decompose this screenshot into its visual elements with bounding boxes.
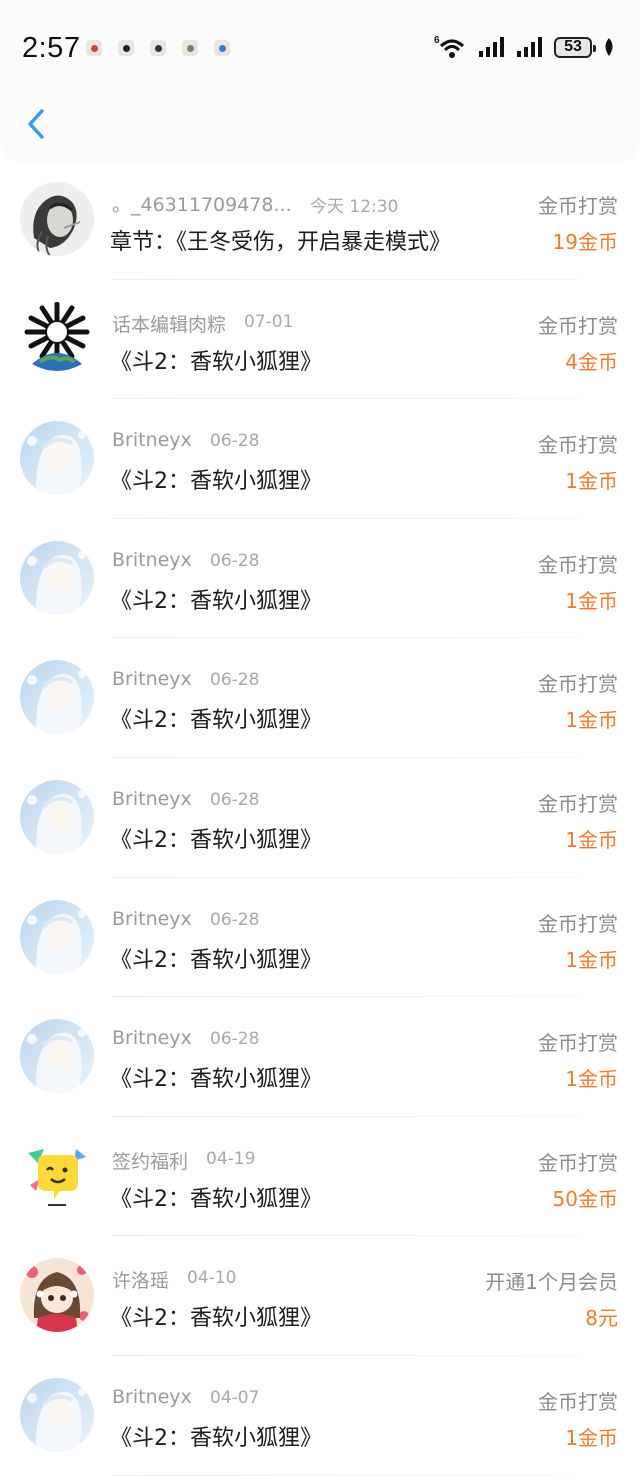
reward-record-row[interactable]: Britneyx 06-28 《斗2：香软小狐狸》 金币打赏 1金币 <box>0 638 640 758</box>
record-date: 04-10 <box>187 1268 237 1289</box>
reward-type: 金币打赏 <box>538 194 618 218</box>
reward-record-row[interactable]: 话本编辑肉粽 07-01 《斗2：香软小狐狸》 金币打赏 4金币 <box>0 280 640 400</box>
signal-icon <box>517 37 542 57</box>
battery-indicator: 53 <box>554 36 596 58</box>
reward-type: 金币打赏 <box>538 313 618 338</box>
back-button[interactable] <box>20 104 52 144</box>
reward-amount: 50金币 <box>552 1186 618 1211</box>
reward-type: 金币打赏 <box>538 1150 618 1175</box>
book-title: 《斗2：香软小狐狸》 <box>110 1306 322 1332</box>
book-title: 《斗2：香软小狐狸》 <box>110 1067 322 1093</box>
user-name: Britneyx <box>112 787 192 810</box>
book-title: 《斗2：香软小狐狸》 <box>110 1186 322 1212</box>
status-time: 2:57 <box>22 32 81 64</box>
wifi-icon: 6 <box>434 35 465 58</box>
record-date: 06-28 <box>210 909 260 930</box>
user-name: Britneyx <box>112 429 192 452</box>
reward-type: 金币打赏 <box>538 1389 618 1414</box>
record-date: 06-28 <box>210 789 260 810</box>
book-title: 《斗2：香软小狐狸》 <box>110 708 322 734</box>
app-notification-icon <box>86 40 102 56</box>
reward-record-row[interactable]: 签约福利 04-19 《斗2：香软小狐狸》 金币打赏 50金币 <box>0 1117 640 1237</box>
network-type-label: 6 <box>434 35 440 46</box>
avatar[interactable] <box>20 421 94 496</box>
book-title: 《斗2：香软小狐狸》 <box>110 469 322 495</box>
reward-amount: 1金币 <box>565 588 618 613</box>
book-title: 《斗2：香软小狐狸》 <box>110 1425 322 1451</box>
reward-amount: 19金币 <box>552 230 618 254</box>
reward-amount: 1金币 <box>565 947 618 972</box>
reward-amount: 8元 <box>585 1306 618 1331</box>
user-name: Britneyx <box>112 907 192 930</box>
row-divider <box>112 1474 580 1476</box>
reward-amount: 4金币 <box>565 349 618 374</box>
record-date: 04-07 <box>210 1387 260 1408</box>
reward-type: 开通1个月会员 <box>485 1270 618 1295</box>
avatar[interactable] <box>20 1019 94 1094</box>
reward-record-row[interactable]: 许洛瑶 04-10 《斗2：香软小狐狸》 开通1个月会员 8元 <box>0 1236 640 1356</box>
leaf-icon <box>605 38 613 56</box>
app-notification-icon <box>214 40 230 56</box>
user-name: 许洛瑶 <box>112 1270 170 1293</box>
avatar[interactable] <box>20 1377 94 1452</box>
book-title: 《斗2：香软小狐狸》 <box>110 827 322 853</box>
signal-icon <box>479 37 504 57</box>
reward-type: 金币打赏 <box>538 911 618 936</box>
record-date: 06-28 <box>210 670 260 691</box>
avatar[interactable] <box>20 899 94 974</box>
avatar[interactable] <box>20 301 94 376</box>
reward-record-row[interactable]: 。_46311709478... 今天 12:30 章节：《王冬受伤，开启暴走模式》… <box>0 160 640 280</box>
user-name: 签约福利 <box>112 1150 189 1173</box>
book-title: 章节：《王冬受伤，开启暴走模式》 <box>110 230 452 255</box>
reward-amount: 1金币 <box>565 1425 618 1450</box>
book-title: 《斗2：香软小狐狸》 <box>110 947 322 973</box>
app-notification-icon <box>182 40 198 56</box>
reward-record-row[interactable]: Britneyx 06-28 《斗2：香软小狐狸》 金币打赏 1金币 <box>0 878 640 998</box>
avatar[interactable] <box>20 182 94 256</box>
user-name: 。_46311709478... <box>112 194 292 216</box>
reward-amount: 1金币 <box>565 708 618 733</box>
record-date: 07-01 <box>244 311 294 332</box>
reward-type: 金币打赏 <box>538 672 618 697</box>
reward-record-row[interactable]: Britneyx 06-28 《斗2：香软小狐狸》 金币打赏 1金币 <box>0 758 640 878</box>
user-name: Britneyx <box>112 668 192 691</box>
avatar[interactable] <box>20 660 94 735</box>
record-date: 04-19 <box>206 1148 256 1169</box>
reward-type: 金币打赏 <box>538 791 618 816</box>
user-name: Britneyx <box>112 1385 192 1408</box>
status-bar: 2:57 6 53 <box>0 0 640 96</box>
reward-record-row[interactable]: Britneyx 04-07 《斗2：香软小狐狸》 金币打赏 1金币 <box>0 1356 640 1476</box>
avatar[interactable] <box>20 1258 94 1333</box>
chevron-left-icon <box>28 109 44 139</box>
record-date: 06-28 <box>210 550 260 571</box>
record-date: 06-28 <box>210 1029 260 1050</box>
top-bar: 2:57 6 53 <box>0 0 640 160</box>
record-date: 今天 12:30 <box>310 197 399 217</box>
notification-icons <box>86 40 230 56</box>
reward-record-list: 。_46311709478... 今天 12:30 章节：《王冬受伤，开启暴走模式》… <box>0 160 640 1476</box>
system-icons: 6 53 <box>434 34 616 60</box>
reward-type: 金币打赏 <box>538 433 618 458</box>
book-title: 《斗2：香软小狐狸》 <box>110 349 322 375</box>
book-title: 《斗2：香软小狐狸》 <box>110 588 322 614</box>
reward-amount: 1金币 <box>565 827 618 852</box>
user-name: 话本编辑肉粽 <box>112 313 227 336</box>
avatar[interactable] <box>20 779 94 854</box>
reward-amount: 1金币 <box>565 469 618 494</box>
user-name: Britneyx <box>112 1027 192 1050</box>
reward-record-row[interactable]: Britneyx 06-28 《斗2：香软小狐狸》 金币打赏 1金币 <box>0 997 640 1117</box>
record-date: 06-28 <box>210 431 260 452</box>
reward-type: 金币打赏 <box>538 552 618 577</box>
reward-type: 金币打赏 <box>538 1031 618 1056</box>
user-name: Britneyx <box>112 548 192 571</box>
app-notification-icon <box>150 40 166 56</box>
reward-record-row[interactable]: Britneyx 06-28 《斗2：香软小狐狸》 金币打赏 1金币 <box>0 399 640 519</box>
reward-record-row[interactable]: Britneyx 06-28 《斗2：香软小狐狸》 金币打赏 1金币 <box>0 519 640 639</box>
reward-amount: 1金币 <box>565 1067 618 1092</box>
avatar[interactable] <box>20 540 94 615</box>
app-notification-icon <box>118 40 134 56</box>
avatar[interactable] <box>20 1138 94 1213</box>
